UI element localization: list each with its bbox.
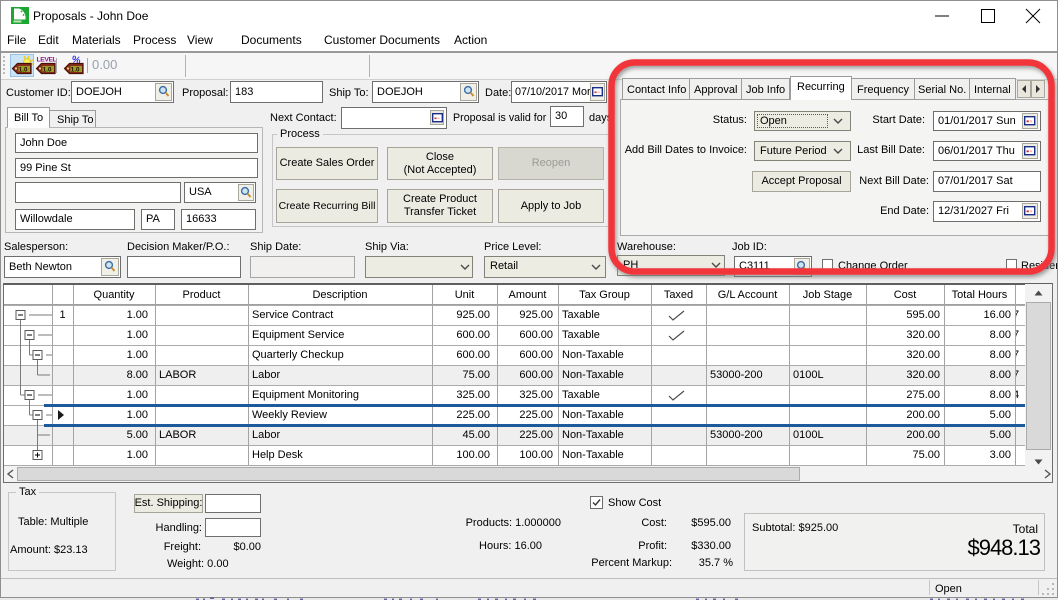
svg-text:1.0: 1.0 xyxy=(71,66,80,73)
svg-text:1.0: 1.0 xyxy=(43,66,52,73)
svg-text:1.0: 1.0 xyxy=(19,66,28,73)
svg-text:LEVEL: LEVEL xyxy=(37,57,57,64)
